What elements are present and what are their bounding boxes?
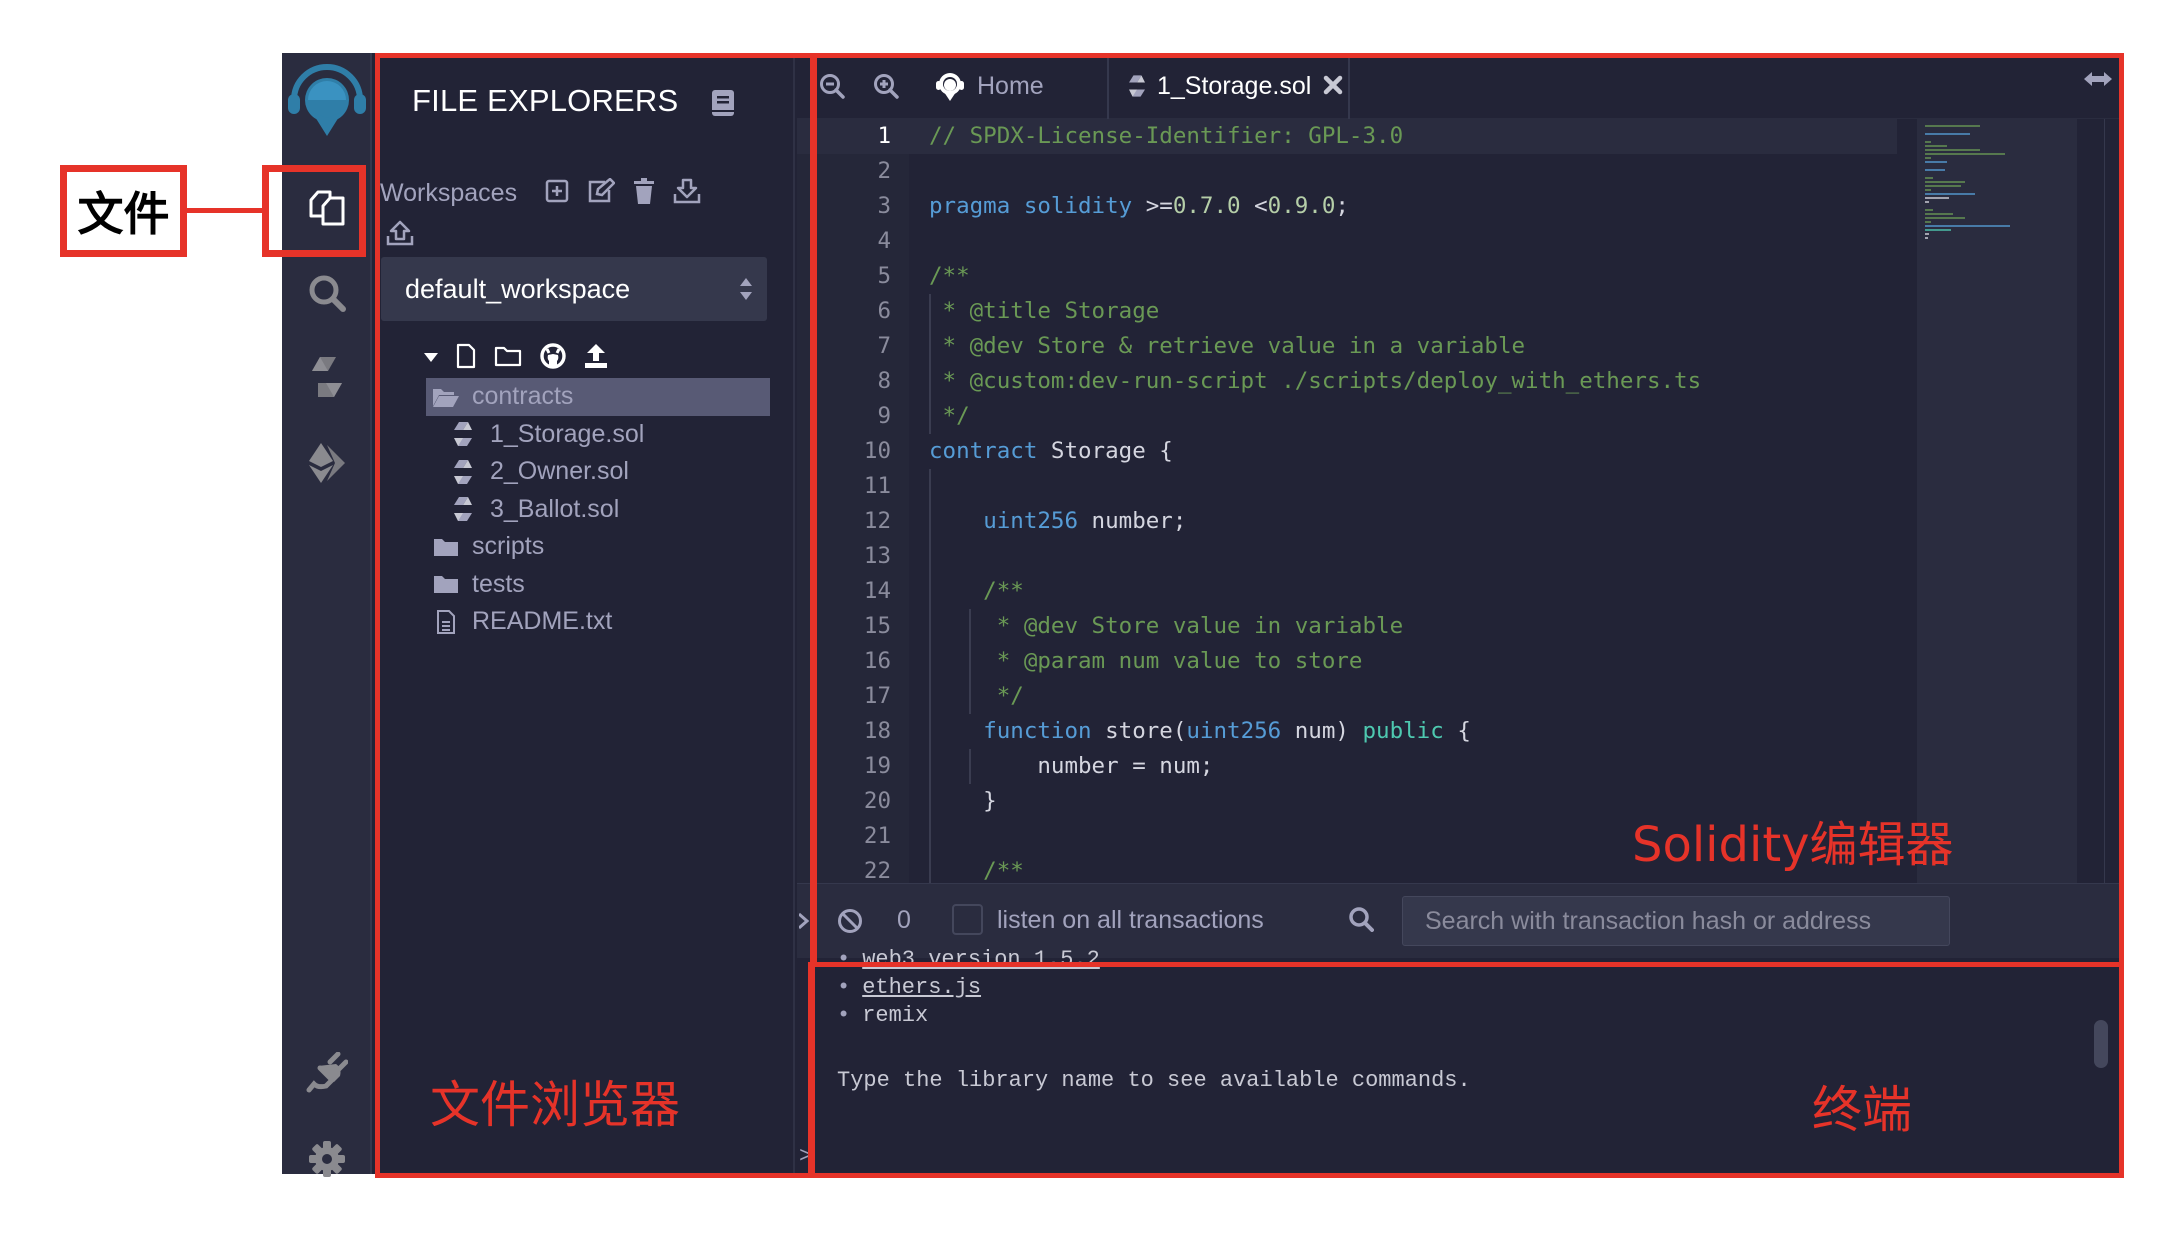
annotation-box-terminal — [808, 962, 2124, 1178]
ethereum-icon — [309, 443, 345, 483]
annotation-file-label-text: 文件 — [77, 187, 170, 241]
annotation-box-file-browser — [375, 53, 815, 1178]
rail-item-home[interactable] — [282, 59, 372, 145]
search-icon — [309, 275, 346, 312]
annotation-file-browser-text: 文件浏览器 — [430, 1076, 680, 1134]
solidity-icon — [312, 357, 342, 397]
rail-item-solidity-compiler[interactable] — [282, 341, 372, 413]
plug-icon — [306, 1052, 348, 1093]
rail-item-search[interactable] — [282, 257, 372, 329]
rail-item-plugin-manager[interactable] — [282, 1037, 372, 1109]
gear-icon — [309, 1141, 345, 1177]
annotation-terminal-text: 终端 — [1812, 1081, 1912, 1139]
annotation-file-label: 文件 — [60, 165, 187, 257]
remix-logo-icon — [288, 64, 366, 136]
rail-item-settings[interactable] — [282, 1123, 372, 1195]
annotation-box-file-icon — [262, 165, 366, 257]
annotation-editor-text: Solidity编辑器 — [1632, 817, 1954, 873]
rail-item-deploy-run[interactable] — [282, 427, 372, 499]
annotation-connector-line — [187, 208, 263, 213]
